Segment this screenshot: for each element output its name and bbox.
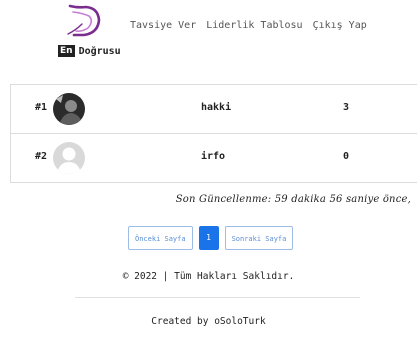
rank-label: #1 [35, 102, 47, 113]
previous-page-button[interactable]: Önceki Sayfa [128, 226, 193, 250]
nav-cikis-yap[interactable]: Çıkış Yap [313, 20, 367, 31]
site-logo[interactable] [64, 4, 104, 38]
score: 3 [343, 102, 349, 113]
brand-text: Doğrusu [79, 46, 121, 57]
credit-text: Created by oSoloTurk [0, 316, 417, 327]
leaderboard-row: #2 irfo 0 [11, 134, 417, 183]
last-update-text: Son Güncellenme: 59 dakika 56 saniye önc… [176, 194, 411, 205]
photo-avatar[interactable] [53, 93, 85, 125]
default-user-icon[interactable] [53, 142, 85, 174]
next-page-button[interactable]: Sonraki Sayfa [225, 226, 294, 250]
nav-tavsiye-ver[interactable]: Tavsiye Ver [130, 20, 196, 31]
brand[interactable]: En Doğrusu [58, 45, 121, 57]
username: hakki [201, 102, 231, 113]
footer-divider [75, 297, 360, 298]
score: 0 [343, 151, 349, 162]
leaderboard-table: #1 hakki 3 #2 irfo 0 [10, 84, 417, 183]
nav-liderlik-tablosu[interactable]: Liderlik Tablosu [206, 20, 302, 31]
leaderboard-row: #1 hakki 3 [11, 85, 417, 134]
copyright-text: © 2022 | Tüm Hakları Saklıdır. [0, 271, 417, 282]
current-page-button[interactable]: 1 [199, 226, 219, 250]
pagination: Önceki Sayfa 1 Sonraki Sayfa [128, 226, 293, 250]
username: irfo [201, 151, 225, 162]
main-nav: Tavsiye Ver Liderlik Tablosu Çıkış Yap [130, 20, 367, 31]
brand-badge: En [58, 45, 75, 57]
rank-label: #2 [35, 151, 47, 162]
